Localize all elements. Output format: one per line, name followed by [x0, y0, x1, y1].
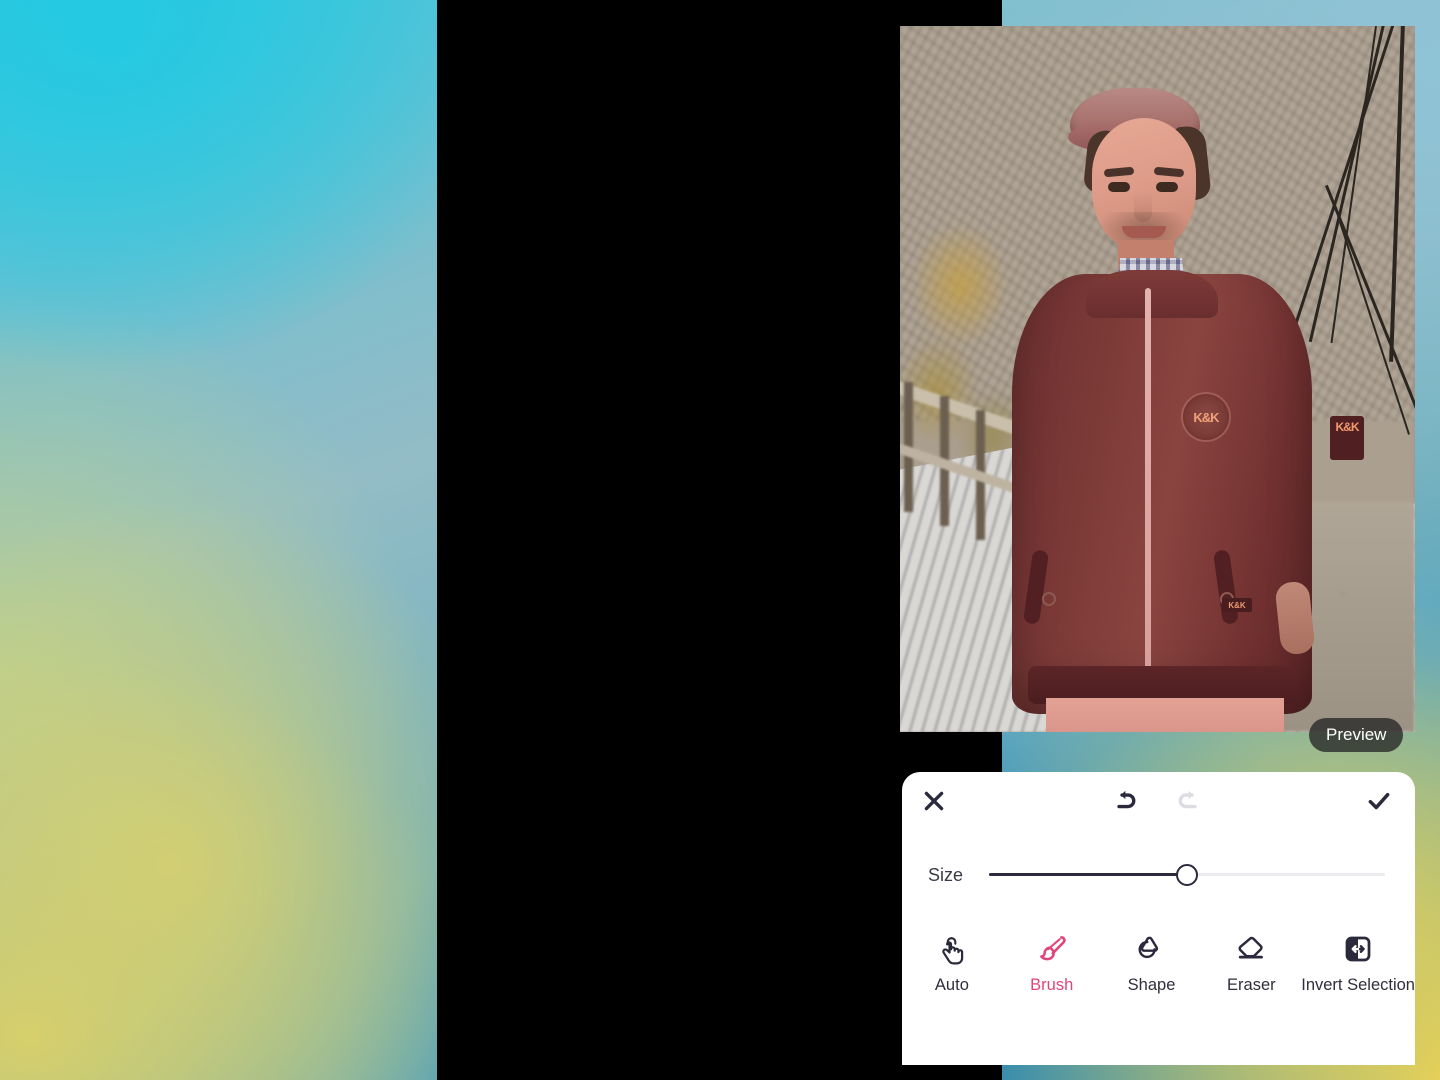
- redo-arrow-icon: [1178, 790, 1197, 809]
- subject-jacket-collar: [1086, 270, 1218, 318]
- tool-brush[interactable]: Brush: [1002, 932, 1102, 994]
- subject-mouth: [1122, 226, 1166, 238]
- size-slider-label: Size: [928, 865, 964, 885]
- slider-thumb[interactable]: [1176, 864, 1198, 886]
- jacket-pocket-tab: K&K: [1222, 598, 1252, 612]
- invert-selection-icon: [1343, 932, 1373, 966]
- photo-subject-person: K&K K&K K&K: [900, 26, 1415, 732]
- redo-button[interactable]: [1167, 779, 1211, 823]
- tool-sheet: Size Auto Brush Shape Eraser Invert Sele…: [902, 772, 1415, 1065]
- tool-eraser[interactable]: Eraser: [1201, 932, 1301, 994]
- subject-pocket-eyelet-left: [1042, 592, 1056, 606]
- subject-jacket-zipper: [1145, 288, 1151, 688]
- checkmark-icon: [1368, 792, 1390, 810]
- close-button[interactable]: [912, 779, 956, 823]
- photo-canvas[interactable]: K&K K&K K&K: [900, 26, 1415, 732]
- jacket-sleeve-patch: K&K: [1330, 416, 1364, 460]
- done-button[interactable]: [1357, 779, 1401, 823]
- preview-badge[interactable]: Preview: [1309, 718, 1404, 752]
- tool-auto[interactable]: Auto: [902, 932, 1002, 994]
- tool-label-invert-selection: Invert Selection: [1301, 976, 1415, 994]
- undo-arrow-icon: [1117, 790, 1136, 809]
- jacket-chest-badge: K&K: [1183, 394, 1229, 440]
- paintbrush-icon: [1036, 932, 1068, 966]
- tool-label-shape: Shape: [1127, 976, 1176, 994]
- tool-list: Auto Brush Shape Eraser Invert Selection: [902, 932, 1415, 994]
- tool-label-eraser: Eraser: [1227, 976, 1276, 994]
- shapes-icon: [1135, 932, 1169, 966]
- device-frame: K&K K&K K&K Preview Size Auto Brush Shap…: [437, 0, 1415, 1080]
- close-x-icon: [924, 791, 944, 811]
- tool-invert-selection[interactable]: Invert Selection: [1301, 932, 1415, 994]
- eraser-icon: [1235, 932, 1267, 966]
- screen-root: K&K K&K K&K Preview Size Auto Brush Shap…: [0, 0, 1440, 1080]
- sheet-toolbar: [902, 772, 1415, 830]
- subject-jacket: [1012, 274, 1312, 714]
- size-slider-row: Size: [902, 860, 1415, 890]
- tap-hand-icon: [937, 932, 967, 966]
- slider-track-filled: [989, 873, 1187, 876]
- subject-eye-right: [1156, 182, 1178, 192]
- tool-shape[interactable]: Shape: [1102, 932, 1202, 994]
- tool-label-auto: Auto: [934, 976, 969, 994]
- undo-button[interactable]: [1103, 779, 1147, 823]
- tool-label-brush: Brush: [1030, 976, 1074, 994]
- subject-eye-left: [1108, 182, 1130, 192]
- size-slider[interactable]: [989, 864, 1385, 886]
- subject-trousers: [1046, 698, 1284, 732]
